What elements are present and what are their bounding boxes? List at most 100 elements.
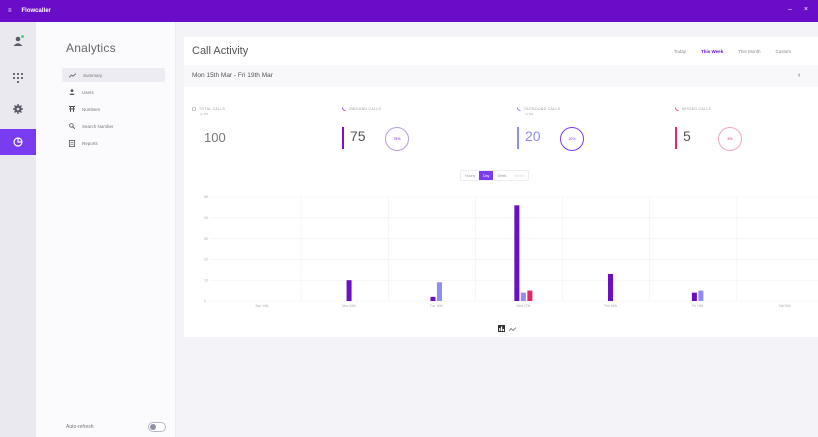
bar [436,282,442,301]
x-tick-label: Wed 17th [516,304,530,308]
stat-label-text: MISSED CALLS [682,107,712,111]
stat-accent-bar [517,127,519,149]
nav-item-label: Search Number [82,123,114,129]
rail-analytics-button[interactable] [0,129,36,155]
stat-label: OUTBOUND CALLS [517,107,560,111]
previous-period-button[interactable]: ‹ [798,72,800,79]
tab-this-month[interactable]: This Month [738,49,760,54]
bar [346,280,352,301]
rail-profile-button[interactable] [0,28,36,54]
search-icon [69,123,75,129]
minimize-icon[interactable]: – [788,6,792,13]
nav-item-search-number[interactable]: Search Number [62,119,165,133]
y-tick-label: 10 [204,278,208,282]
stat-label-text: OUTBOUND CALLS [524,107,561,111]
period-tabs: Today This Week This Month Custom [674,49,806,54]
y-tick-label: 0 [204,299,206,303]
y-tick-label: 20 [204,258,208,262]
phone-icon [192,107,196,111]
close-icon[interactable]: × [804,6,808,13]
tab-custom[interactable]: Custom [775,49,791,54]
bar [514,205,520,301]
stat-percent-ring: 5% [718,127,742,151]
bar-chart-icon[interactable] [498,319,505,337]
missed-call-icon [675,107,679,111]
stat-accent-bar [342,127,344,149]
bar [691,292,697,301]
stat-sub: vs 0% [525,112,534,116]
bar [520,292,526,301]
nav-list: Summary Users Numbers Search Number Repo… [62,68,165,153]
rail-settings-button[interactable] [0,96,36,122]
stat-value: 75 [350,128,366,144]
bar [698,290,704,301]
stat-percent-ring: 20% [560,127,584,151]
nav-item-reports[interactable]: Reports [62,136,165,150]
chart-type-toggle [498,319,520,337]
bar [527,290,533,301]
toggle-knob [150,424,156,430]
x-tick-label: Sun 14th [255,304,268,308]
nav-title: Analytics [66,41,116,55]
x-tick-label: Thu 18th [604,304,617,308]
menu-icon[interactable]: ≡ [8,8,13,14]
title-bar: ≡ Flowcaller – × [0,0,818,22]
outbound-call-icon [517,107,521,111]
icon-rail [0,22,36,437]
inbound-call-icon [342,107,346,111]
x-tick-label: Tue 16th [430,304,443,308]
analytics-nav: Analytics Summary Users Numbers Search N… [36,22,176,437]
call-activity-card: Call Activity Today This Week This Month… [184,37,818,337]
analytics-icon [13,137,23,147]
x-tick-label: Sat 20th [779,304,791,308]
app-name: Flowcaller [21,8,51,14]
stat-label: INBOUND CALLS [342,107,381,111]
granularity-week[interactable]: Week [493,171,510,180]
stat-sub: vs 0% [200,112,209,116]
y-tick-label: 50 [204,195,208,199]
autorefresh-label: Auto-refresh [66,424,94,430]
bar [608,273,613,301]
profile-icon [13,35,24,46]
trend-icon [69,72,76,78]
nav-item-numbers[interactable]: Numbers [62,102,165,116]
nav-item-users[interactable]: Users [62,85,165,99]
stat-label-text: INBOUND CALLS [349,107,382,111]
x-tick-label: Mon 15th [342,304,356,308]
autorefresh-toggle[interactable] [148,422,166,432]
rail-dialpad-button[interactable] [0,65,36,91]
user-icon [69,89,75,95]
stat-accent-bar [675,127,677,149]
nav-item-summary[interactable]: Summary [62,68,165,82]
x-tick-label: Fri 19th [692,304,703,308]
stat-label: TOTAL CALLS [192,107,225,111]
page-title: Call Activity [192,45,249,57]
date-range-bar: Mon 15th Mar - Fri 19th Mar ‹ [184,65,818,87]
bar [430,296,436,301]
y-tick-label: 40 [204,216,208,220]
nav-item-label: Numbers [82,106,101,112]
report-icon [69,139,75,147]
stat-label: MISSED CALLS [675,107,711,111]
nav-item-label: Reports [82,140,98,146]
date-range: Mon 15th Mar - Fri 19th Mar [192,72,273,79]
tab-today[interactable]: Today [674,49,686,54]
stat-value: 100 [204,130,226,145]
granularity-day[interactable]: Day [479,171,494,180]
line-chart-icon[interactable] [508,319,517,337]
granularity-hourly[interactable]: Hourly [461,171,479,180]
nav-item-label: Users [82,89,94,95]
dialpad-icon [13,73,23,83]
nav-item-label: Summary [83,72,103,78]
granularity-month[interactable]: Month [510,171,528,180]
y-tick-label: 30 [204,237,208,241]
tab-this-week[interactable]: This Week [701,49,723,54]
stat-value: 20 [525,128,541,144]
stat-percent-ring: 75% [385,127,409,151]
stat-value: 5 [683,128,691,144]
call-activity-chart: 0 10 20 30 40 50 Sun 14th Mon 15th Tue 16th Wed 1… [204,195,818,308]
stat-label-text: TOTAL CALLS [199,107,226,111]
window-controls: – × [778,6,808,13]
granularity-selector: Hourly Day Week Month [460,170,529,181]
gear-icon [13,104,23,114]
